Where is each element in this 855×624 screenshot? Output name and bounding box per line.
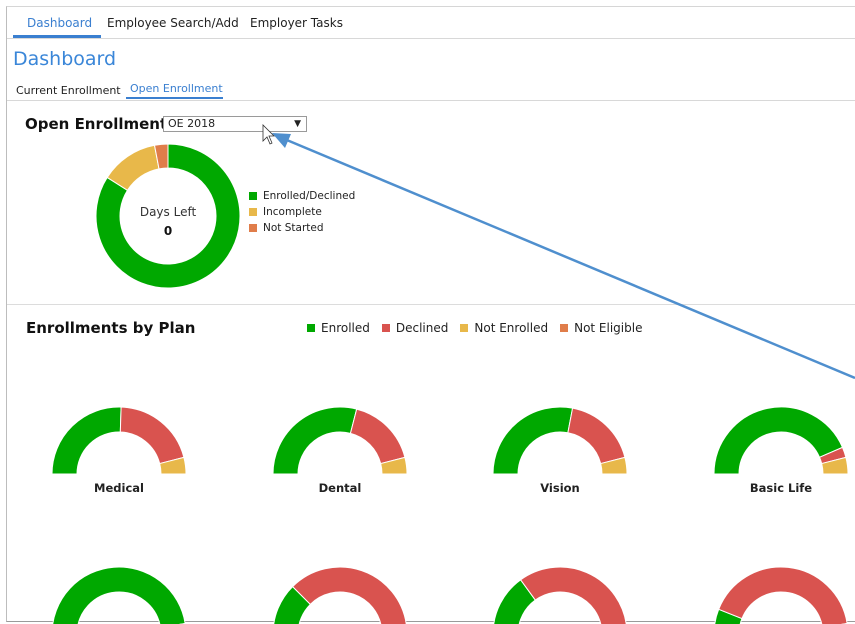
plan-chart-6-slice-declined xyxy=(291,566,407,624)
plan-chart-3-slice-declined xyxy=(567,407,626,465)
days-left-value: 0 xyxy=(164,224,172,238)
plan-chart-2-slice-enrolled xyxy=(272,406,358,475)
plan-chart-1-slice-declined xyxy=(119,406,185,465)
plan-chart-7-slice-declined xyxy=(519,566,627,624)
plan-chart-1-slice-enrolled xyxy=(51,406,122,475)
annotation-arrow-line xyxy=(281,136,855,380)
charts-layer: Days Left 0 xyxy=(51,124,855,624)
days-left-label: Days Left xyxy=(140,205,197,219)
plan-chart-3-slice-enrolled xyxy=(492,406,574,475)
plan-chart-8-slice-declined xyxy=(718,566,848,624)
plan-chart-2-slice-declined xyxy=(349,408,406,465)
annotation-arrow-head xyxy=(272,133,291,148)
mouse-cursor-icon xyxy=(262,124,275,145)
plan-chart-5-slice-enrolled xyxy=(52,566,186,624)
